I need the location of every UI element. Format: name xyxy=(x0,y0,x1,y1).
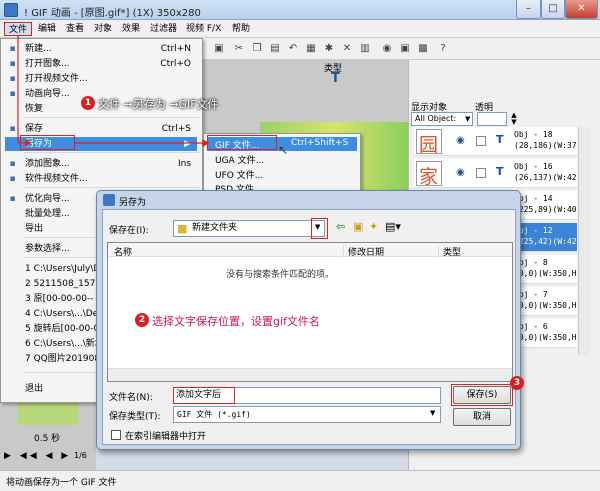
step-3-badge: 3 xyxy=(510,376,524,390)
back-icon[interactable]: ⇦ xyxy=(336,220,345,233)
up-folder-icon[interactable]: ▣ xyxy=(353,220,363,233)
save-in-label: 保存在(I): xyxy=(109,226,149,236)
filetype-select[interactable]: GIF 文件 (*.gif) xyxy=(173,406,441,423)
filetype-label: 保存类型(T): xyxy=(109,412,161,422)
cancel-button[interactable]: 取消 xyxy=(453,408,511,426)
step-2-badge: 2 xyxy=(135,313,149,327)
folder-icon: ■ xyxy=(177,222,188,235)
save-button-highlight xyxy=(451,384,513,406)
open-in-editor-label: 在索引编辑器中打开 xyxy=(125,432,207,442)
chevron-down-icon: ▼ xyxy=(430,409,436,417)
file-list[interactable]: 名称 修改日期 类型 没有与搜索条件匹配的项。 xyxy=(107,242,513,382)
dialog-title: 另存为 xyxy=(119,198,147,208)
dialog-icon xyxy=(103,194,115,206)
col-type[interactable]: 类型 xyxy=(438,245,461,258)
col-name[interactable]: 名称 xyxy=(114,245,132,258)
step-2-annotation: 选择文字保存位置，设置gif文件名 xyxy=(152,315,320,328)
status-bar: 将动画保存为一个 GIF 文件 xyxy=(0,470,600,491)
new-folder-icon[interactable]: ✦ xyxy=(369,220,378,233)
open-in-editor-checkbox[interactable] xyxy=(111,430,121,440)
empty-message: 没有与搜索条件匹配的项。 xyxy=(226,270,335,280)
save-in-select[interactable]: ■ 新建文件夹 xyxy=(173,220,325,237)
file-list-header: 名称 修改日期 类型 xyxy=(108,243,512,258)
filename-label: 文件名(N): xyxy=(109,393,153,403)
horizontal-scrollbar[interactable] xyxy=(108,368,512,381)
filename-value: 添加文字后 xyxy=(173,387,235,404)
status-text: 将动画保存为一个 GIF 文件 xyxy=(6,478,117,488)
col-date[interactable]: 修改日期 xyxy=(343,245,384,258)
view-menu-icon[interactable]: ▤▾ xyxy=(385,220,401,233)
chevron-down-icon[interactable]: ▼ xyxy=(315,223,320,231)
